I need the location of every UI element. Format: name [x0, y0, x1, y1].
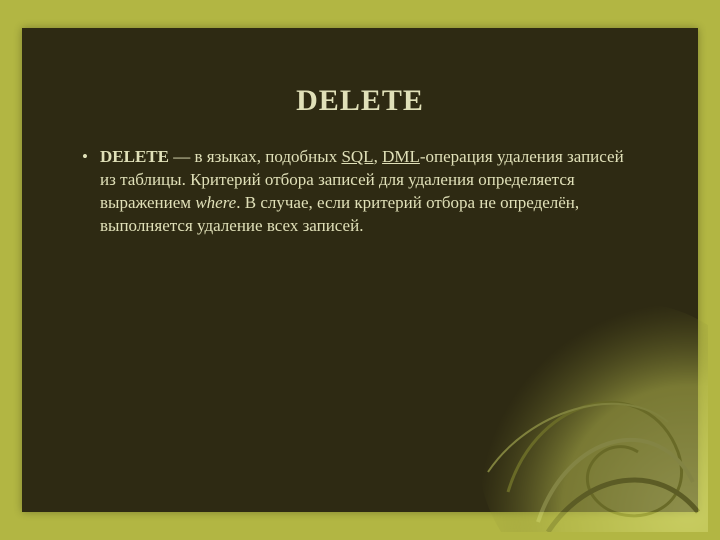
where-keyword: where — [195, 193, 236, 212]
bullet-item: DELETE — в языках, подобных SQL, DML-опе… — [82, 146, 638, 238]
slide-title: DELETE — [22, 84, 698, 118]
text-segment: , — [374, 147, 383, 166]
slide-body: DELETE — в языках, подобных SQL, DML-опе… — [62, 146, 638, 238]
text-segment: — в языках, подобных — [169, 147, 341, 166]
dml-link[interactable]: DML — [382, 147, 420, 166]
sql-link[interactable]: SQL — [341, 147, 373, 166]
slide-frame: DELETE DELETE — в языках, подобных SQL, … — [22, 28, 698, 512]
decorative-swirl-icon — [448, 272, 708, 532]
delete-keyword: DELETE — [100, 147, 169, 166]
